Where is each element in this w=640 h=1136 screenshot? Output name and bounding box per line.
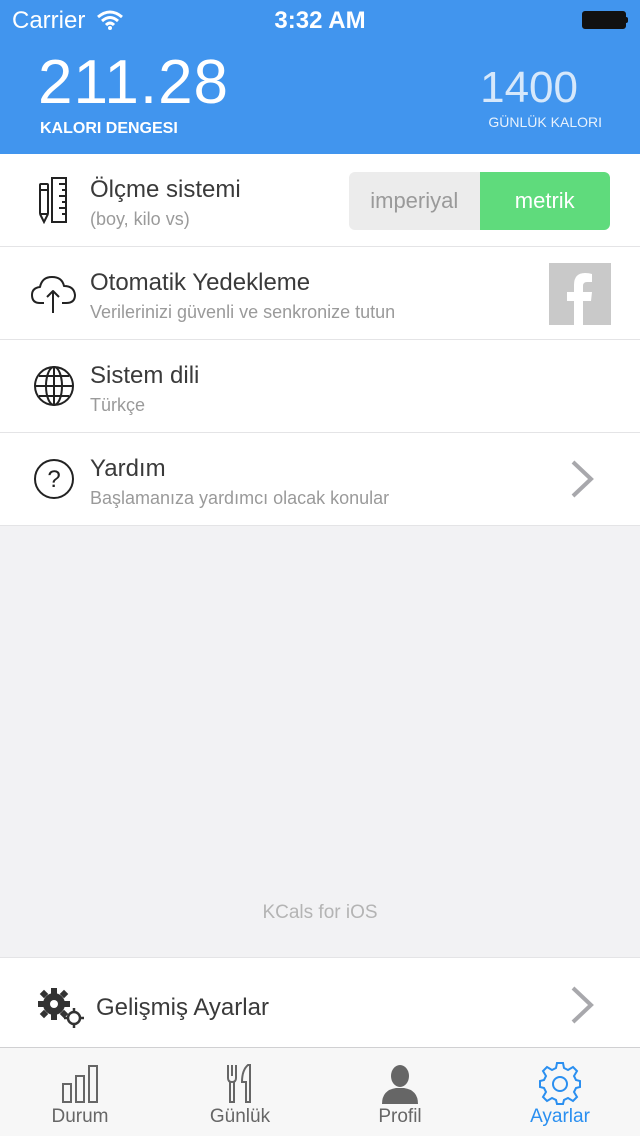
person-icon [382,1065,418,1104]
help-icon: ? [34,459,74,499]
gears-icon [38,988,84,1028]
tab-profil[interactable]: Profil [320,1048,480,1136]
setting-subtitle: Türkçe [90,395,146,415]
setting-title: Yardım [90,455,166,482]
gear-icon [539,1062,581,1105]
tab-ayarlar[interactable]: Ayarlar [480,1048,640,1136]
setting-title: Otomatik Yedekleme [90,269,311,296]
advanced-settings-row[interactable]: Gelişmiş Ayarlar [0,957,640,1048]
setting-title: Ölçme sistemi [90,176,241,203]
setting-subtitle: Verilerinizi güvenli ve senkronize tutun [90,302,396,322]
tab-label: Durum [51,1106,109,1127]
tab-label: Ayarlar [530,1106,590,1127]
cloud-upload-icon [31,276,76,313]
tab-label: Günlük [209,1106,271,1127]
header: Carrier 3:32 AM 211.28 KALORI DENGESI 14… [0,0,640,154]
facebook-icon [567,273,592,325]
daily-calorie-label: GÜNLÜK KALORI [488,114,602,130]
svg-text:?: ? [47,466,60,493]
unit-toggle: imperiyal metrik [349,172,610,230]
bar-chart-icon [62,1065,98,1103]
setting-auto-backup[interactable]: Otomatik Yedekleme Verilerinizi güvenli … [0,247,640,340]
tab-durum[interactable]: Durum [0,1048,160,1136]
chevron-right-icon [571,460,594,498]
app-version-label: KCals for iOS [262,902,378,923]
setting-title: Sistem dili [90,362,200,389]
clock: 3:32 AM [274,7,366,34]
chevron-right-icon [571,986,594,1024]
tab-bar: Durum Günlük Profil Ayarlar [0,1047,640,1136]
advanced-settings-title: Gelişmiş Ayarlar [96,994,269,1021]
facebook-backup-button[interactable] [549,263,611,325]
daily-calorie-value[interactable]: 1400 [480,66,578,110]
setting-system-language[interactable]: Sistem dili Türkçe [0,340,640,433]
battery-icon [582,11,628,29]
calorie-balance-value: 211.28 [38,48,230,117]
setting-subtitle: (boy, kilo vs) [90,209,190,229]
tab-label: Profil [378,1106,422,1127]
setting-subtitle: Başlamanıza yardımcı olacak konular [90,488,390,508]
ruler-pencil-icon [39,177,67,224]
settings-list: Ölçme sistemi (boy, kilo vs) imperiyal m… [0,154,640,526]
setting-measurement-system: Ölçme sistemi (boy, kilo vs) imperiyal m… [0,154,640,247]
tab-gunluk[interactable]: Günlük [160,1048,320,1136]
settings-screen: Carrier 3:32 AM 211.28 KALORI DENGESI 14… [0,0,640,1136]
calorie-balance-label: KALORI DENGESI [40,120,178,137]
globe-icon [34,366,74,406]
fork-knife-icon [227,1064,251,1103]
status-bar: Carrier 3:32 AM [0,0,640,40]
imperial-option[interactable]: imperiyal [349,172,480,230]
setting-help[interactable]: ? Yardım Başlamanıza yardımcı olacak kon… [0,433,640,526]
metric-option[interactable]: metrik [479,172,610,230]
